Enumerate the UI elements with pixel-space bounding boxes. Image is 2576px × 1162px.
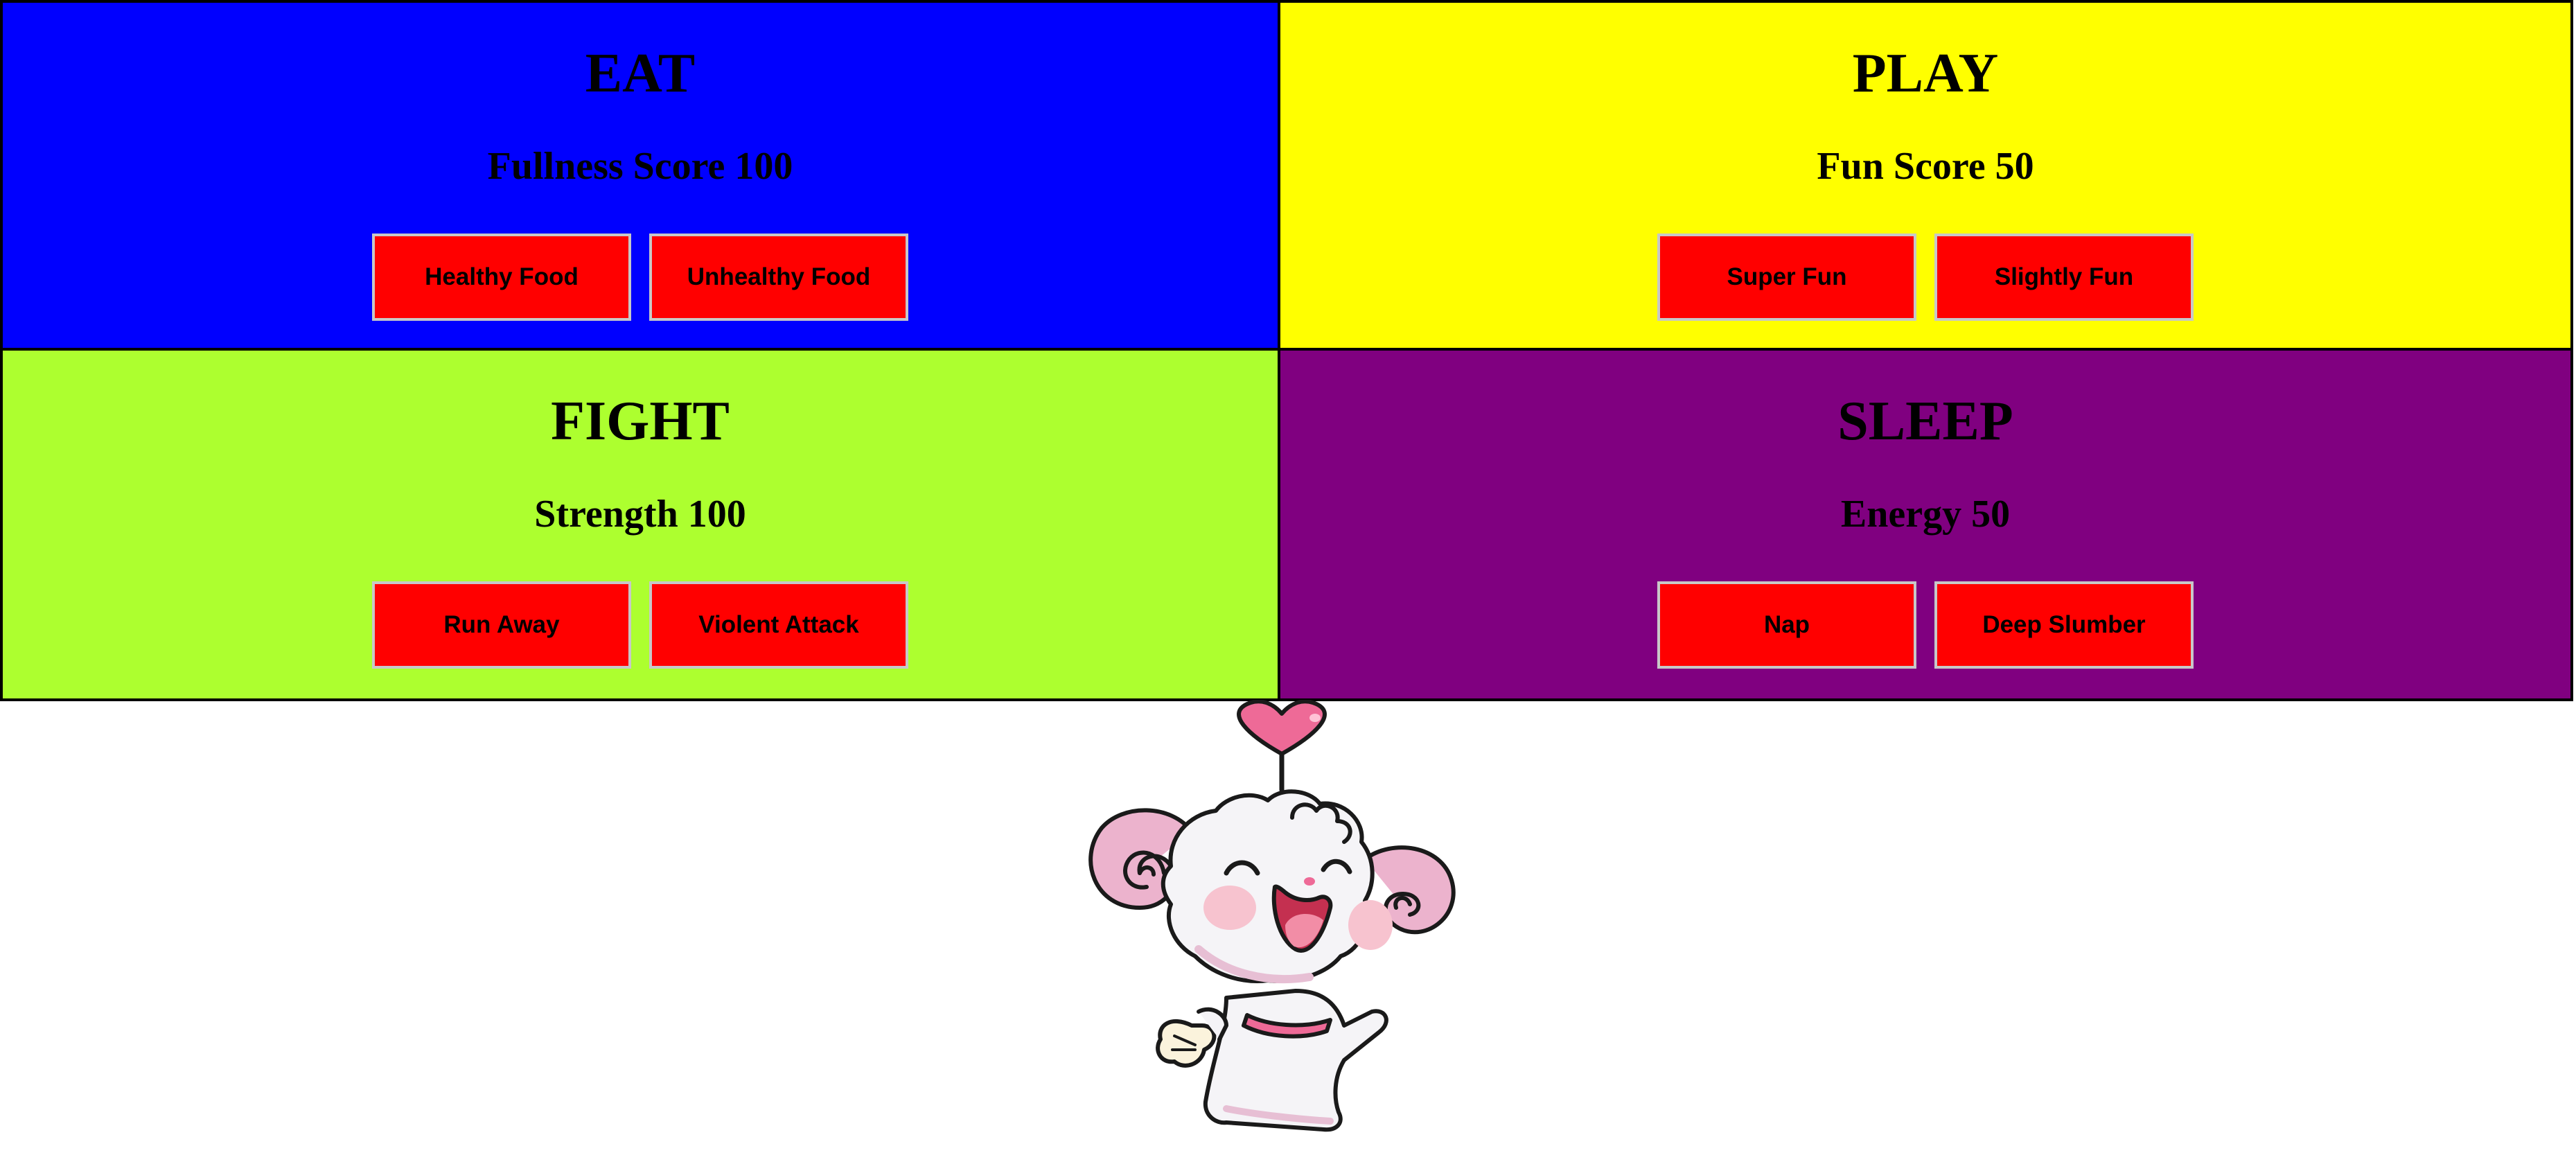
play-panel: PLAY Fun Score 50 Super Fun Slightly Fun [1279, 0, 2573, 349]
sleep-actions: Nap Deep Slumber [1280, 581, 2570, 669]
fight-panel: FIGHT Strength 100 Run Away Violent Atta… [0, 349, 1279, 701]
strength-score: Strength 100 [534, 493, 746, 536]
fight-actions: Run Away Violent Attack [3, 581, 1278, 669]
pet-care-grid: EAT Fullness Score 100 Healthy Food Unhe… [0, 0, 2573, 701]
play-title: PLAY [1852, 43, 1999, 104]
deep-slumber-button[interactable]: Deep Slumber [1934, 581, 2194, 669]
unhealthy-food-button[interactable]: Unhealthy Food [649, 234, 908, 321]
eat-panel: EAT Fullness Score 100 Healthy Food Unhe… [0, 0, 1279, 349]
eat-actions: Healthy Food Unhealthy Food [3, 234, 1278, 321]
energy-score: Energy 50 [1840, 493, 2011, 536]
sleep-title: SLEEP [1837, 391, 2013, 452]
slightly-fun-button[interactable]: Slightly Fun [1934, 234, 2194, 321]
fullness-score: Fullness Score 100 [487, 145, 793, 188]
healthy-food-button[interactable]: Healthy Food [372, 234, 631, 321]
super-fun-button[interactable]: Super Fun [1657, 234, 1916, 321]
play-actions: Super Fun Slightly Fun [1280, 234, 2570, 321]
run-away-button[interactable]: Run Away [372, 581, 631, 669]
sheep-mascot-icon [1088, 699, 1456, 1132]
sleep-panel: SLEEP Energy 50 Nap Deep Slumber [1279, 349, 2573, 701]
nap-button[interactable]: Nap [1657, 581, 1916, 669]
pet-mascot-image [1018, 699, 1545, 1143]
violent-attack-button[interactable]: Violent Attack [649, 581, 908, 669]
fight-title: FIGHT [551, 391, 730, 452]
eat-title: EAT [585, 43, 696, 104]
fun-score: Fun Score 50 [1817, 145, 2034, 188]
